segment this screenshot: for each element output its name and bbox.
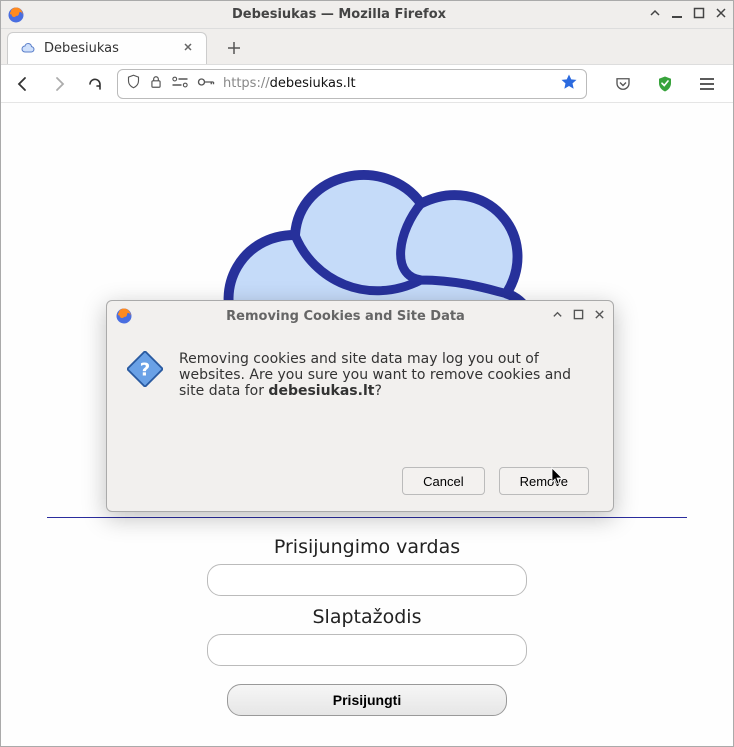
dialog-titlebar: Removing Cookies and Site Data	[107, 301, 613, 331]
reload-button[interactable]	[81, 70, 109, 98]
dialog-body-domain: debesiukas.lt	[268, 383, 374, 399]
question-icon: ?	[127, 351, 163, 387]
site-favicon-icon	[20, 41, 36, 57]
content-area: Prisijungimo vardas Slaptažodis Prisijun…	[1, 103, 733, 746]
lock-icon[interactable]	[149, 75, 163, 93]
tab-close-icon[interactable]	[182, 41, 194, 57]
dialog-text: Removing cookies and site data may log y…	[179, 351, 589, 455]
login-submit-button[interactable]: Prisijungti	[227, 684, 507, 716]
dialog-actions: Cancel Remove	[107, 455, 613, 511]
tabs-row: Debesiukas	[1, 29, 733, 65]
login-form: Prisijungimo vardas Slaptažodis Prisijun…	[207, 526, 527, 716]
firefox-logo-icon	[115, 307, 133, 325]
back-button[interactable]	[9, 70, 37, 98]
separator-line	[47, 517, 687, 518]
dialog-close-icon[interactable]	[594, 309, 605, 324]
url-bar[interactable]: https://debesiukas.lt	[117, 69, 587, 99]
dialog-up-icon[interactable]	[552, 309, 563, 324]
bookmark-star-icon[interactable]	[560, 73, 578, 95]
dialog-maximize-icon[interactable]	[573, 309, 584, 324]
password-label: Slaptažodis	[313, 606, 422, 628]
tab-title: Debesiukas	[44, 41, 119, 56]
password-input[interactable]	[207, 634, 527, 666]
hamburger-menu-icon[interactable]	[693, 70, 721, 98]
forward-button[interactable]	[45, 70, 73, 98]
window-minimize-icon[interactable]	[671, 7, 683, 23]
pocket-icon[interactable]	[609, 70, 637, 98]
dialog-window-controls	[552, 309, 605, 324]
key-icon[interactable]	[197, 75, 215, 93]
svg-text:?: ?	[140, 359, 150, 380]
dialog-title-text: Removing Cookies and Site Data	[139, 309, 552, 324]
dialog-body: ? Removing cookies and site data may log…	[107, 331, 613, 455]
dialog-body-post: ?	[374, 383, 381, 399]
url-domain: debesiukas.lt	[270, 76, 356, 91]
window-title: Debesiukas — Mozilla Firefox	[29, 7, 649, 22]
firefox-window: Debesiukas — Mozilla Firefox Debesiuka	[0, 0, 734, 747]
up-icon[interactable]	[649, 7, 661, 23]
window-maximize-icon[interactable]	[693, 7, 705, 23]
ublock-shield-icon[interactable]	[651, 70, 679, 98]
remove-cookies-dialog: Removing Cookies and Site Data ? Removin…	[106, 300, 614, 512]
shield-icon[interactable]	[126, 74, 141, 93]
tab-debesiukas[interactable]: Debesiukas	[7, 32, 207, 64]
toolbar: https://debesiukas.lt	[1, 65, 733, 103]
window-close-icon[interactable]	[715, 7, 727, 23]
remove-button[interactable]: Remove	[499, 467, 589, 495]
cancel-button[interactable]: Cancel	[402, 467, 484, 495]
username-label: Prisijungimo vardas	[274, 536, 460, 558]
url-protocol: https://	[223, 76, 270, 91]
firefox-logo-icon	[7, 6, 25, 24]
username-input[interactable]	[207, 564, 527, 596]
window-controls	[649, 7, 727, 23]
new-tab-button[interactable]	[217, 35, 251, 64]
url-text: https://debesiukas.lt	[223, 76, 552, 91]
toolbar-right	[609, 70, 721, 98]
permissions-icon[interactable]	[171, 75, 189, 93]
window-titlebar: Debesiukas — Mozilla Firefox	[1, 1, 733, 29]
